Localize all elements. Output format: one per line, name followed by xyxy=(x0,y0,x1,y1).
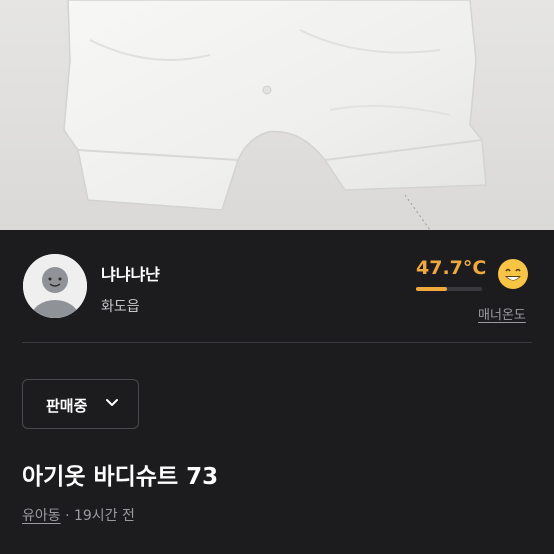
seller-profile[interactable]: 냐냐냐냔 화도읍 47.7°C 매너온도 xyxy=(0,230,554,342)
manner-temperature-link[interactable]: 매너온도 xyxy=(478,304,526,323)
manner-temperature-bar-fill xyxy=(416,287,448,291)
product-meta: 유아동 · 19시간 전 xyxy=(22,505,135,525)
seller-region: 화도읍 xyxy=(101,299,140,315)
chevron-down-icon xyxy=(106,399,118,406)
posted-time: · 19시간 전 xyxy=(65,508,135,524)
bodysuit-photo xyxy=(0,0,554,230)
seller-nickname[interactable]: 냐냐냐냔 xyxy=(101,261,160,285)
divider xyxy=(22,342,532,343)
smile-face-icon xyxy=(498,259,528,289)
product-title: 아기옷 바디슈트 73 xyxy=(22,464,219,490)
manner-temperature-bar xyxy=(416,287,482,291)
sale-status-dropdown[interactable]: 판매중 xyxy=(22,379,139,429)
category-link[interactable]: 유아동 xyxy=(22,508,61,524)
manner-temperature: 47.7°C xyxy=(416,257,487,279)
product-image[interactable] xyxy=(0,0,554,230)
avatar[interactable] xyxy=(23,254,87,318)
avatar-face-icon xyxy=(23,254,87,318)
sale-status-label: 판매중 xyxy=(46,397,88,415)
